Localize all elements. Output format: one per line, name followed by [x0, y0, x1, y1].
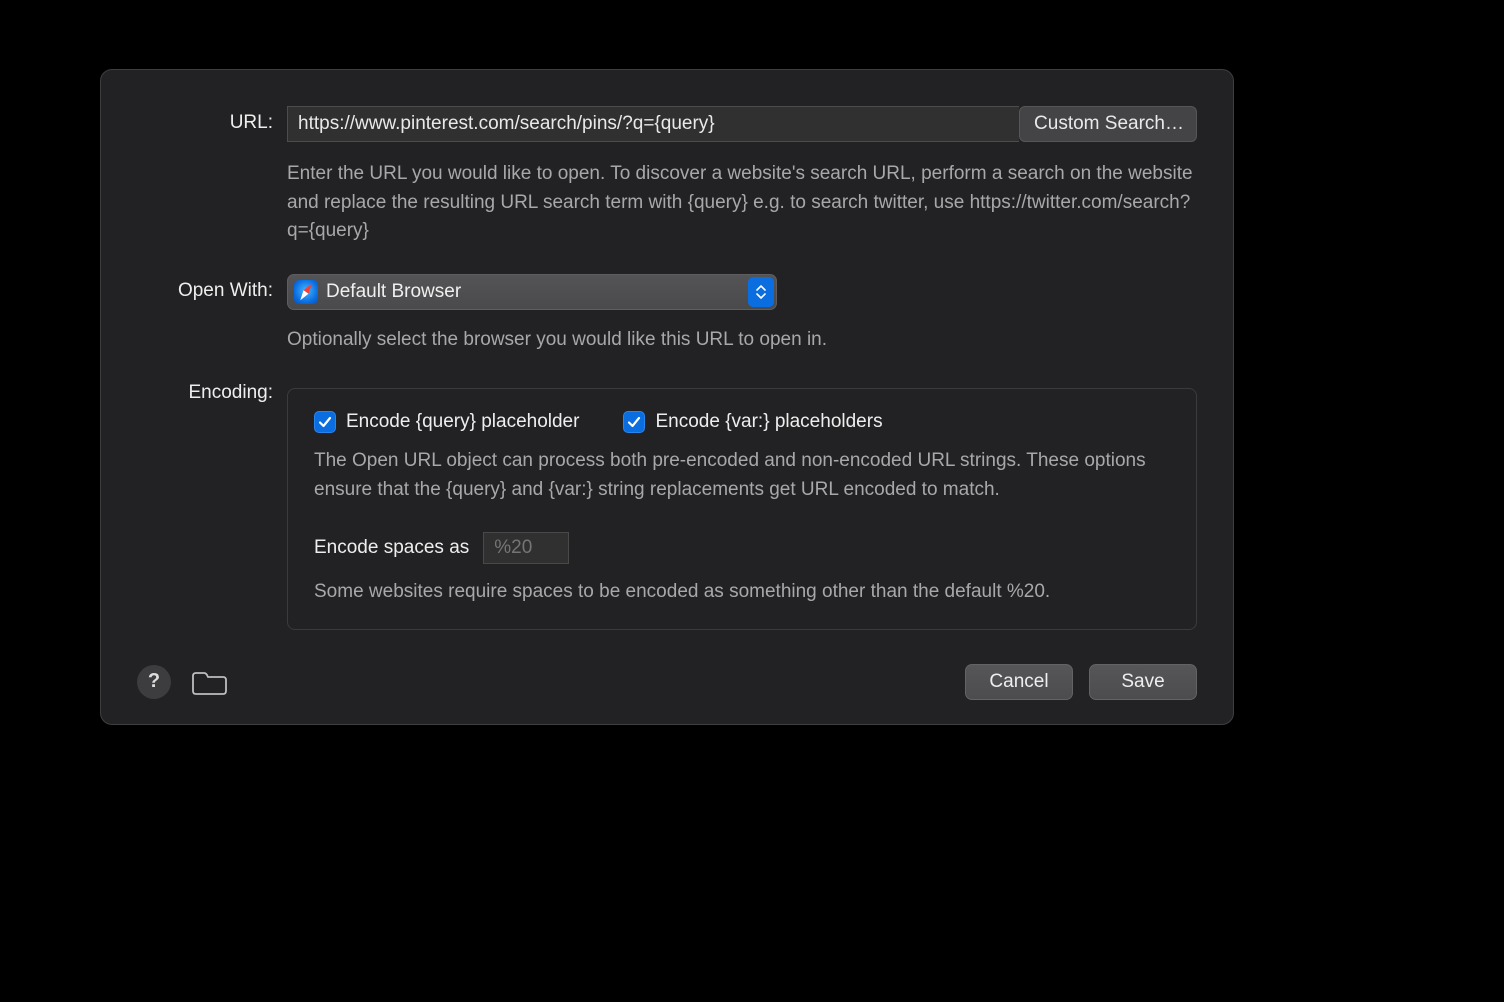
url-label: URL: [137, 106, 287, 134]
settings-dialog: URL: Custom Search… Enter the URL you wo… [100, 69, 1234, 725]
open-with-selected: Default Browser [326, 281, 461, 303]
encode-spaces-row: Encode spaces as [314, 532, 1170, 564]
open-with-popup[interactable]: Default Browser [287, 274, 777, 310]
encoding-label: Encoding: [137, 360, 287, 404]
encode-query-checkbox[interactable]: Encode {query} placeholder [314, 411, 579, 433]
encode-spaces-label: Encode spaces as [314, 537, 469, 559]
open-with-label: Open With: [137, 274, 287, 302]
custom-search-button[interactable]: Custom Search… [1019, 106, 1197, 142]
encoding-group: Encode {query} placeholder Encode {var:}… [287, 388, 1197, 630]
encode-var-checkbox[interactable]: Encode {var:} placeholders [623, 411, 882, 433]
checkmark-icon [623, 411, 645, 433]
open-with-help-text: Optionally select the browser you would … [287, 326, 1197, 355]
dialog-footer: ? Cancel Save [137, 664, 1197, 700]
cancel-button[interactable]: Cancel [965, 664, 1073, 700]
help-button[interactable]: ? [137, 665, 171, 699]
save-button[interactable]: Save [1089, 664, 1197, 700]
encoding-help-text: The Open URL object can process both pre… [314, 447, 1170, 504]
encode-var-label: Encode {var:} placeholders [655, 411, 882, 433]
encode-query-label: Encode {query} placeholder [346, 411, 579, 433]
url-input[interactable] [287, 106, 1019, 142]
url-help-text: Enter the URL you would like to open. To… [287, 160, 1197, 246]
checkmark-icon [314, 411, 336, 433]
question-mark-icon: ? [148, 670, 160, 693]
row-url: URL: Custom Search… Enter the URL you wo… [137, 106, 1197, 246]
chevron-up-down-icon [748, 277, 774, 307]
encode-spaces-help-text: Some websites require spaces to be encod… [314, 578, 1170, 607]
row-encoding: Encoding: Encode {query} placeholder Enc [137, 360, 1197, 630]
safari-icon [294, 280, 318, 304]
folder-icon [190, 668, 228, 696]
reveal-in-finder-button[interactable] [189, 667, 229, 697]
encode-spaces-input[interactable] [483, 532, 569, 564]
row-open-with: Open With: Default Browser Optionally se… [137, 274, 1197, 355]
